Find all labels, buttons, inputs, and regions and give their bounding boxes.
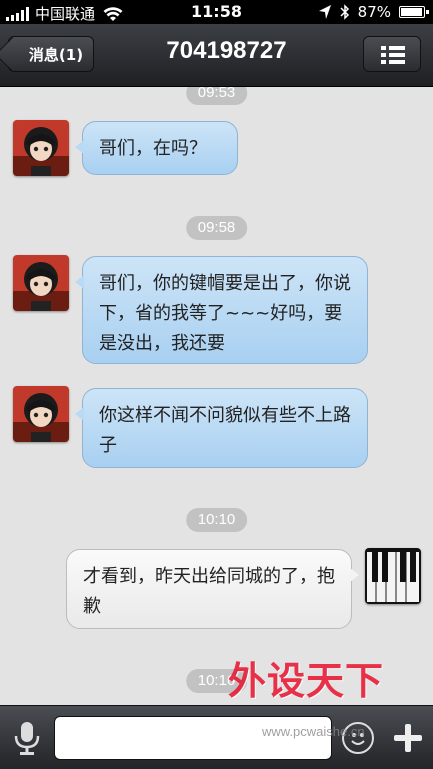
- conversation-title: 704198727: [166, 37, 287, 64]
- message-text: 才看到，昨天出给同城的了，抱歉: [83, 566, 335, 617]
- list-menu-icon: [381, 46, 405, 64]
- plus-icon[interactable]: [392, 722, 424, 754]
- contact-avatar[interactable]: [13, 255, 69, 311]
- bluetooth-icon: [340, 4, 349, 20]
- incoming-message[interactable]: 哥们，在吗？: [75, 121, 238, 175]
- incoming-message[interactable]: 哥们，你的键帽要是出了，你说下，省的我等了~~~好吗，要是没出，我还要: [75, 256, 368, 364]
- watermark-url: www.pcwaishe.cn: [262, 724, 365, 739]
- battery-percent: 87%: [357, 3, 391, 21]
- message-text: 哥们，在吗？: [99, 138, 207, 159]
- outgoing-message[interactable]: 才看到，昨天出给同城的了，抱歉: [66, 549, 359, 629]
- input-bar: [0, 705, 433, 769]
- timestamp: 09:53: [185, 87, 248, 105]
- back-button-label: 消息(1): [28, 45, 84, 64]
- timestamp: 10:10: [185, 508, 248, 532]
- battery-icon: [399, 6, 429, 18]
- microphone-icon[interactable]: [12, 720, 42, 756]
- back-button[interactable]: 消息(1): [8, 36, 94, 72]
- watermark-logo: 外设天下: [228, 659, 385, 703]
- my-avatar[interactable]: [365, 548, 421, 604]
- battery-fill: [401, 8, 422, 16]
- message-text: 你这样不闻不问貌似有些不上路子: [99, 405, 351, 456]
- menu-button[interactable]: [363, 36, 421, 72]
- message-text: 哥们，你的键帽要是出了，你说下，省的我等了~~~好吗，要是没出，我还要: [99, 273, 351, 354]
- timestamp: 09:58: [185, 216, 248, 240]
- status-bar: 中国联通 11:58 87%: [0, 0, 433, 24]
- nav-bar: 消息(1) 704198727: [0, 24, 433, 87]
- contact-avatar[interactable]: [13, 120, 69, 176]
- contact-avatar[interactable]: [13, 386, 69, 442]
- incoming-message[interactable]: 你这样不闻不问貌似有些不上路子: [75, 388, 368, 468]
- location-arrow-icon: [318, 5, 331, 19]
- chat-area[interactable]: 09:53 哥们，在吗？ 09:58 哥们，你的键帽要是出了，你说下，省的我等了…: [0, 87, 433, 705]
